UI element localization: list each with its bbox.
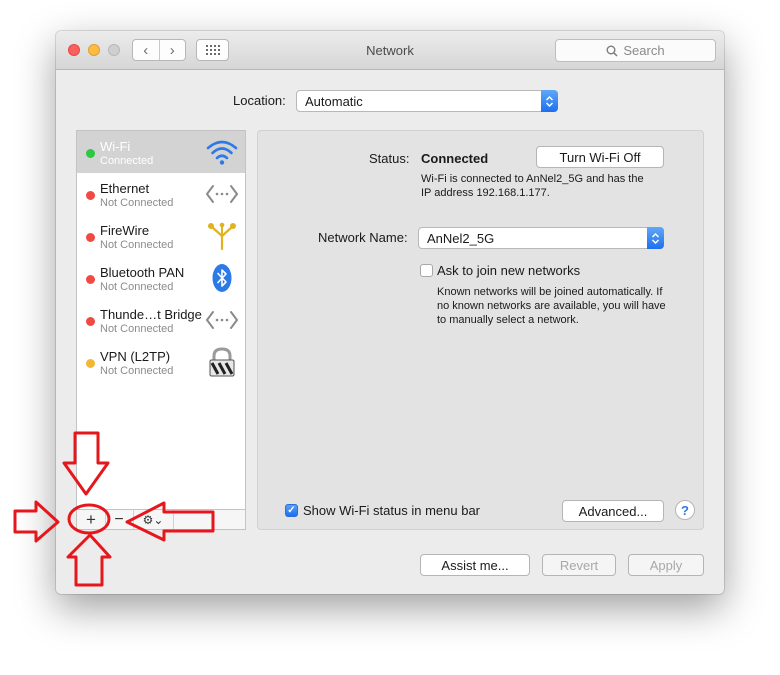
thunderbolt-bridge-icon — [205, 311, 239, 329]
service-item-vpn[interactable]: VPN (L2TP) Not Connected — [77, 341, 245, 383]
search-icon — [606, 45, 618, 57]
status-description-line-1: Wi-Fi is connected to AnNel2_5G and has … — [421, 173, 644, 185]
service-list-toolbar: + − ⚙︎⌄ — [76, 510, 246, 530]
service-item-wifi[interactable]: Wi-Fi Connected — [77, 131, 245, 173]
status-value: Connected — [421, 151, 489, 166]
status-dot — [86, 191, 95, 200]
gear-menu-button[interactable]: ⚙︎⌄ — [133, 510, 174, 529]
vpn-lock-icon — [209, 347, 235, 377]
service-name: Bluetooth PAN — [100, 265, 185, 280]
service-name: Ethernet — [100, 181, 150, 196]
location-label: Location: — [233, 93, 286, 108]
service-status: Not Connected — [100, 365, 174, 377]
turn-wifi-off-button[interactable]: Turn Wi-Fi Off — [536, 146, 664, 168]
service-status: Not Connected — [100, 323, 174, 335]
status-dot — [86, 317, 95, 326]
ethernet-icon — [205, 185, 239, 203]
revert-button[interactable]: Revert — [542, 554, 616, 576]
network-name-label: Network Name: — [318, 230, 408, 245]
annotation-arrow-right — [13, 500, 60, 543]
firewire-icon — [208, 222, 236, 251]
status-dot — [86, 233, 95, 242]
search-placeholder: Search — [623, 43, 665, 58]
location-popup[interactable]: Automatic — [296, 90, 558, 112]
service-status: Not Connected — [100, 239, 174, 251]
ask-join-description-line-1: Known networks will be joined automatica… — [437, 286, 663, 298]
popup-arrows-icon — [647, 227, 664, 249]
service-name: VPN (L2TP) — [100, 349, 171, 364]
status-dot — [86, 359, 95, 368]
service-item-thunderbolt-bridge[interactable]: Thunde…t Bridge Not Connected — [77, 299, 245, 341]
add-service-button[interactable]: + — [77, 510, 106, 529]
ask-join-description-line-2: no known networks are available, you wil… — [437, 300, 666, 312]
location-value: Automatic — [305, 94, 363, 109]
help-button[interactable]: ? — [675, 500, 695, 520]
assist-me-button[interactable]: Assist me... — [420, 554, 530, 576]
network-preferences-window: ‹ › Network Search Location: Automatic W… — [56, 31, 724, 594]
ask-join-label: Ask to join new networks — [437, 263, 581, 278]
service-status: Not Connected — [100, 281, 174, 293]
service-item-ethernet[interactable]: Ethernet Not Connected — [77, 173, 245, 215]
popup-arrows-icon — [541, 90, 558, 112]
apply-button[interactable]: Apply — [628, 554, 704, 576]
show-status-checkbox[interactable]: ✓ — [285, 504, 298, 517]
status-dot — [86, 275, 95, 284]
status-label: Status: — [369, 151, 410, 166]
network-name-value: AnNel2_5G — [427, 231, 495, 246]
advanced-button[interactable]: Advanced... — [562, 500, 664, 522]
status-description-line-2: IP address 192.168.1.177. — [421, 187, 550, 199]
wifi-icon — [206, 140, 238, 165]
service-item-firewire[interactable]: FireWire Not Connected — [77, 215, 245, 257]
ask-join-checkbox[interactable] — [420, 264, 433, 277]
titlebar: ‹ › Network Search — [56, 31, 724, 70]
service-status: Connected — [100, 155, 154, 167]
service-name: Wi-Fi — [100, 139, 131, 154]
service-name: Thunde…t Bridge — [100, 307, 202, 322]
service-status: Not Connected — [100, 197, 174, 209]
search-field[interactable]: Search — [555, 39, 716, 62]
remove-service-button[interactable]: − — [105, 510, 134, 529]
service-list: Wi-Fi Connected Ethernet Not Connected F… — [76, 130, 246, 510]
service-name: FireWire — [100, 223, 150, 238]
status-dot — [86, 149, 95, 158]
network-name-popup[interactable]: AnNel2_5G — [418, 227, 664, 249]
ask-join-description-line-3: to manually select a network. — [437, 314, 579, 326]
service-item-bluetooth-pan[interactable]: Bluetooth PAN Not Connected — [77, 257, 245, 299]
show-status-label: Show Wi-Fi status in menu bar — [303, 503, 481, 518]
detail-panel: Status: Connected Turn Wi-Fi Off Wi-Fi i… — [257, 130, 704, 530]
bluetooth-icon — [212, 264, 232, 292]
